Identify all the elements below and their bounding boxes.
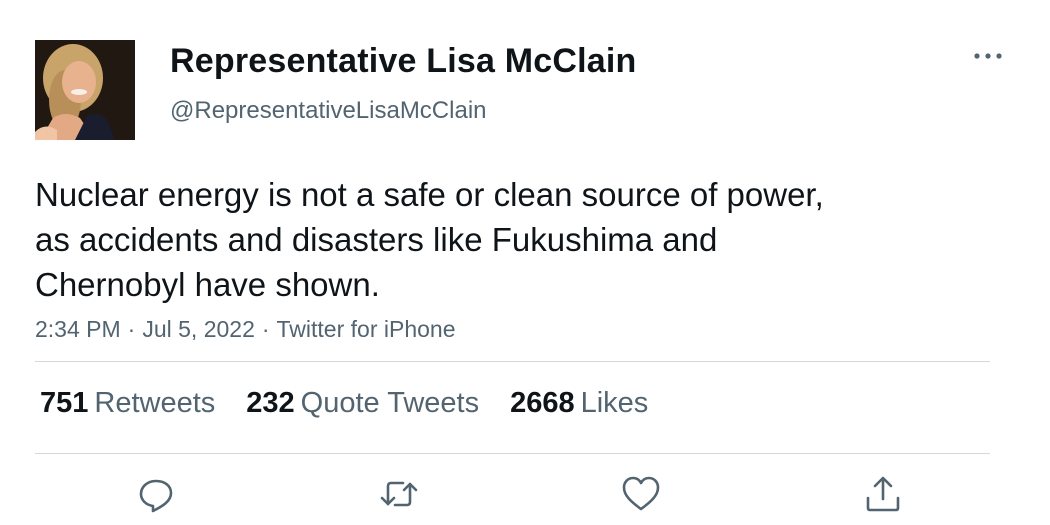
action-bar (0, 470, 1050, 520)
divider (35, 453, 990, 454)
tweet-text-line: Chernobyl have shown. (35, 266, 380, 303)
likes-stat[interactable]: 2668 Likes (510, 387, 648, 420)
reply-icon[interactable] (136, 474, 176, 514)
tweet-time[interactable]: 2:34 PM (35, 316, 121, 342)
tweet-card: Representative Lisa McClain @Representat… (0, 0, 1050, 525)
tweet-text-line: Nuclear energy is not a safe or clean so… (35, 176, 824, 213)
tweet-source[interactable]: Twitter for iPhone (277, 316, 456, 342)
likes-count: 2668 (510, 387, 575, 419)
tweet-text-line: as accidents and disasters like Fukushim… (35, 221, 718, 258)
retweet-icon[interactable] (379, 474, 419, 514)
retweets-stat[interactable]: 751 Retweets (40, 387, 215, 420)
share-icon[interactable] (863, 474, 903, 514)
tweet-text: Nuclear energy is not a safe or clean so… (35, 172, 935, 307)
tweet-meta: 2:34 PM · Jul 5, 2022 · Twitter for iPhone (35, 316, 456, 343)
likes-label: Likes (580, 387, 649, 419)
user-handle[interactable]: @RepresentativeLisaMcClain (170, 97, 487, 125)
divider (35, 361, 990, 362)
more-icon[interactable] (966, 42, 1010, 70)
heart-icon[interactable] (621, 474, 661, 514)
display-name[interactable]: Representative Lisa McClain (170, 42, 636, 81)
quote-tweets-stat[interactable]: 232 Quote Tweets (246, 387, 479, 420)
tweet-date[interactable]: Jul 5, 2022 (142, 316, 255, 342)
retweets-count: 751 (40, 387, 89, 419)
retweets-label: Retweets (94, 387, 216, 419)
tweet-stats: 751 Retweets 232 Quote Tweets 2668 Likes (40, 387, 679, 420)
meta-separator: · (261, 316, 270, 342)
quote-tweets-count: 232 (246, 387, 295, 419)
meta-separator: · (127, 316, 136, 342)
profile-photo-icon (35, 40, 135, 140)
avatar[interactable] (35, 40, 135, 140)
quote-tweets-label: Quote Tweets (300, 387, 480, 419)
